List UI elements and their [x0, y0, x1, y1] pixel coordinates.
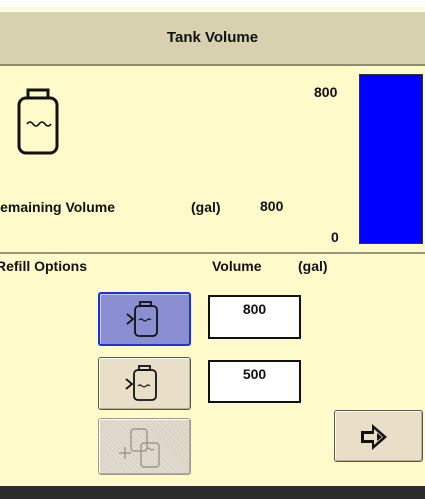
tank-volume-gauge-fill: [360, 75, 422, 243]
tank-volume-gauge: [359, 74, 423, 244]
refill-full-tank-icon: [126, 301, 158, 337]
transfer-tank-icon: [119, 428, 160, 468]
volume-column-label: Volume: [212, 258, 262, 274]
top-strip: [0, 0, 425, 7]
gauge-max-label: 800: [314, 84, 338, 100]
refill-partial-volume-field[interactable]: 500: [208, 360, 301, 403]
section-divider: [0, 252, 425, 254]
bottom-bar: [0, 486, 425, 499]
remaining-volume-unit: (gal): [191, 199, 221, 215]
refill-partial-tank-icon: [125, 365, 157, 401]
tank-level-icon: [14, 88, 62, 161]
refill-partial-option-button[interactable]: [98, 357, 191, 410]
remaining-volume-label: Remaining Volume: [0, 199, 115, 215]
refill-options-label: Refill Options: [0, 258, 87, 274]
remaining-volume-value: 800: [260, 198, 284, 214]
transfer-tank-option-button: [98, 418, 191, 475]
volume-column-unit: (gal): [298, 258, 328, 274]
tank-volume-screen: Tank Volume Remaining Volume (gal) 800 8…: [0, 0, 425, 499]
next-button[interactable]: [334, 410, 423, 462]
refill-full-option-button[interactable]: [98, 292, 191, 346]
title-bar: Tank Volume: [0, 10, 425, 66]
gauge-min-label: 0: [331, 229, 339, 245]
page-title: Tank Volume: [166, 29, 259, 46]
arrow-right-icon: [361, 424, 387, 450]
refill-full-volume-field[interactable]: 800: [208, 295, 301, 339]
